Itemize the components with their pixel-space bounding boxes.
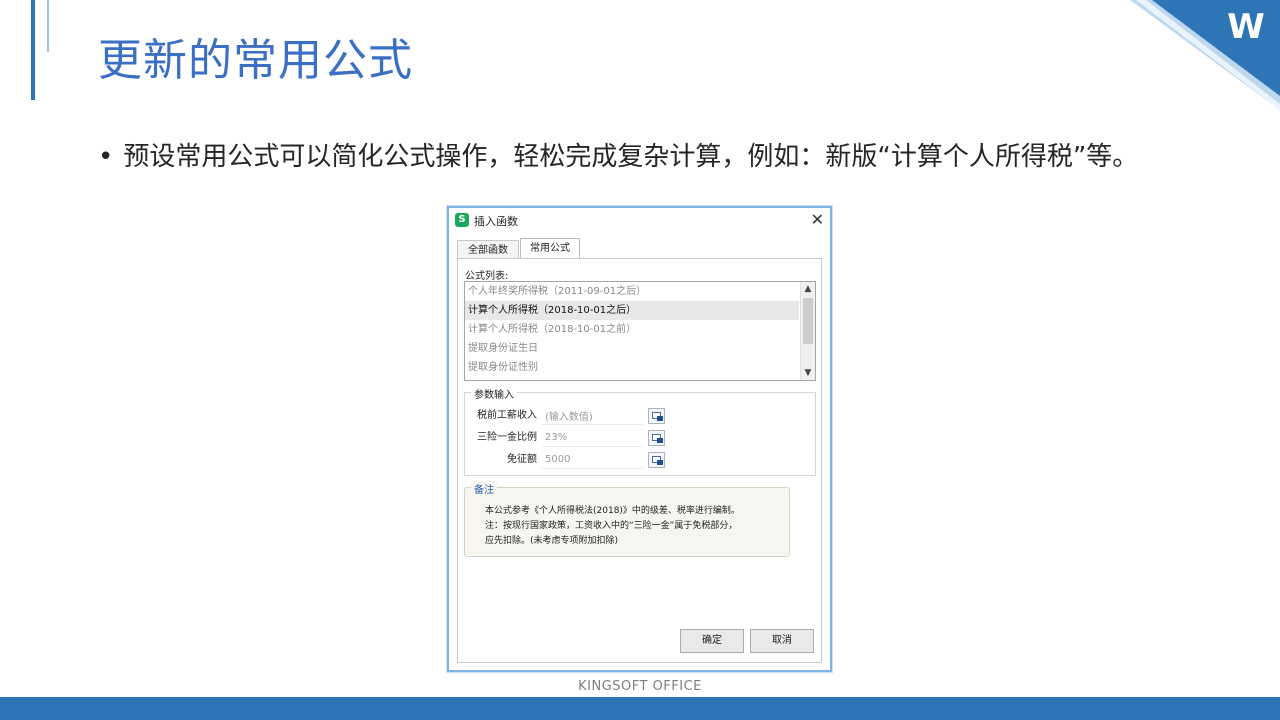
accent-bar xyxy=(31,0,35,100)
list-scrollbar[interactable]: ▲ ▼ xyxy=(800,282,815,380)
tab-all-functions[interactable]: 全部函数 xyxy=(457,240,519,259)
cancel-button[interactable]: 取消 xyxy=(750,629,814,653)
bullet-dot: • xyxy=(98,142,114,172)
list-item[interactable]: 提取身份证性别 xyxy=(465,358,799,377)
list-item-selected[interactable]: 计算个人所得税（2018-10-01之后） xyxy=(465,301,799,320)
cell-reference-icon[interactable] xyxy=(648,408,665,424)
insurance-ratio-input[interactable] xyxy=(541,429,643,447)
param-label: 三险一金比例 xyxy=(477,432,537,443)
slide-title: 更新的常用公式 xyxy=(98,35,413,86)
list-item[interactable]: 提取身份证生日 xyxy=(465,339,799,358)
notes-legend: 备注 xyxy=(471,481,497,496)
chevron-up-icon[interactable]: ▲ xyxy=(801,282,815,296)
notes-group: 备注 本公式参考《个人所得税法(2018)》中的级差、税率进行编制。 注：按现行… xyxy=(464,481,790,557)
cell-reference-icon[interactable] xyxy=(648,430,665,446)
param-label: 免征额 xyxy=(507,454,537,465)
param-row: 三险一金比例 xyxy=(465,429,815,447)
notes-line: 注：按现行国家政策，工资收入中的“三险一金”属于免税部分， xyxy=(485,521,738,531)
list-item[interactable]: 个人年终奖所得税（2011-09-01之后） xyxy=(465,282,799,301)
ok-button[interactable]: 确定 xyxy=(680,629,744,653)
scrollbar-thumb[interactable] xyxy=(803,298,813,344)
accent-line xyxy=(47,0,49,52)
param-label: 税前工薪收入 xyxy=(477,410,537,421)
notes-line: 应先扣除。(未考虑专项附加扣除) xyxy=(485,536,619,546)
formula-list-label: 公式列表: xyxy=(465,271,509,282)
dialog-title: 插入函数 xyxy=(474,215,518,228)
footer-bar xyxy=(0,697,1280,720)
bullet-content: 预设常用公式可以简化公式操作，轻松完成复杂计算，例如：新版“计算个人所得税”等。 xyxy=(123,142,1139,172)
svg-text:W: W xyxy=(1227,7,1265,47)
notes-line: 本公式参考《个人所得税法(2018)》中的级差、税率进行编制。 xyxy=(485,506,740,516)
pretax-income-input[interactable] xyxy=(541,407,643,425)
param-row: 免征额 xyxy=(465,451,815,469)
chevron-down-icon[interactable]: ▼ xyxy=(801,366,815,380)
list-item[interactable]: 计算个人所得税（2018-10-01之前） xyxy=(465,320,799,339)
close-icon[interactable]: ✕ xyxy=(811,210,824,230)
params-group: 参数输入 税前工薪收入 三险一金比例 免征额 xyxy=(464,386,816,476)
bullet-text: • 预设常用公式可以简化公式操作，轻松完成复杂计算，例如：新版“计算个人所得税”等… xyxy=(98,136,1138,173)
insert-function-dialog: S 插入函数 ✕ 全部函数 常用公式 公式列表: 个人年终奖所得税（2011-0… xyxy=(447,206,832,672)
tab-common-formulas[interactable]: 常用公式 xyxy=(520,238,580,259)
param-row: 税前工薪收入 xyxy=(465,407,815,425)
spreadsheet-app-icon: S xyxy=(455,213,469,227)
tab-panel: 公式列表: 个人年终奖所得税（2011-09-01之后） 计算个人所得税（201… xyxy=(457,258,822,663)
slide: 更新的常用公式 W • 预设常用公式可以简化公式操作，轻松完成复杂计算，例如：新版… xyxy=(0,0,1280,720)
notes-text: 本公式参考《个人所得税法(2018)》中的级差、税率进行编制。 注：按现行国家政… xyxy=(485,504,740,549)
formula-list[interactable]: 个人年终奖所得税（2011-09-01之后） 计算个人所得税（2018-10-0… xyxy=(464,281,816,381)
cell-reference-icon[interactable] xyxy=(648,452,665,468)
exemption-input[interactable] xyxy=(541,451,643,469)
dialog-titlebar[interactable]: S 插入函数 ✕ xyxy=(449,208,830,234)
params-legend: 参数输入 xyxy=(471,386,517,401)
footer-brand: KINGSOFT OFFICE xyxy=(578,679,702,694)
wps-logo-icon: W xyxy=(1130,0,1280,110)
